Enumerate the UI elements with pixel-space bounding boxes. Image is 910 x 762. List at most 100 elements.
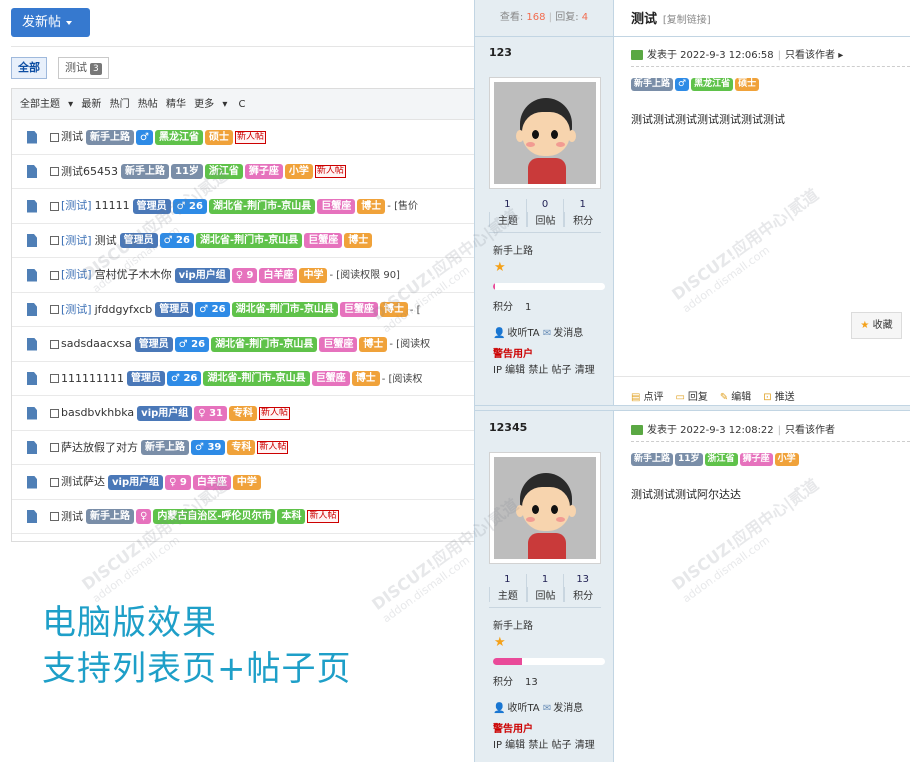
row-checkbox[interactable] xyxy=(50,201,59,211)
message-link[interactable]: 发消息 xyxy=(553,328,583,339)
author-column: 查看: 168 | 回复: 4 123 1 主题 0 回帖 1 积分 新手上路 ★ 积分 1 👤 收听T… xyxy=(474,0,615,762)
only-author-link[interactable]: 只看该作者 xyxy=(785,425,835,436)
row-checkbox[interactable] xyxy=(50,167,59,176)
thread-title[interactable]: 测试 xyxy=(61,510,83,523)
table-row[interactable]: 萨达放假了对方 新手上路 ♂ 39 专科 新人帖 xyxy=(12,431,474,465)
follow-link[interactable]: 收听TA xyxy=(507,703,539,714)
push-button[interactable]: ⊡ 推送 xyxy=(763,392,794,403)
filter-tab-all[interactable]: 全部 xyxy=(11,57,47,79)
filter-hot-threads[interactable]: 热帖 xyxy=(138,99,158,110)
thread-category[interactable]: [测试] xyxy=(61,234,92,247)
avatar[interactable] xyxy=(489,77,601,189)
user-tag: 湖北省-荆门市-京山县 xyxy=(203,371,310,386)
thread-title[interactable]: sadsdaacxsa xyxy=(61,337,132,350)
user-tag: 湖北省-荆门市-京山县 xyxy=(231,302,338,317)
user-tag: 浙江省 xyxy=(704,453,738,466)
table-row[interactable]: 测试 新手上路 ♂ 黑龙江省 硕士 新人帖 xyxy=(12,120,474,155)
table-row[interactable]: 111111111 管理员 ♂ 26 湖北省-荆门市-京山县 巨蟹座 博士 - [阅读权 xyxy=(12,362,474,396)
thread-title[interactable]: 测试 xyxy=(95,234,117,247)
table-row[interactable]: 测试65453 新手上路 11岁 浙江省 狮子座 小学 新人帖 xyxy=(12,155,474,189)
filter-hot[interactable]: 热门 xyxy=(110,99,130,110)
stat-2[interactable]: 1 积分 xyxy=(563,199,601,227)
warn-user-link[interactable]: 警告用户 xyxy=(493,345,533,360)
document-icon xyxy=(27,372,37,385)
table-row[interactable]: 测试萨达 vip用户组 ♀ 9 白羊座 中学 xyxy=(12,465,474,500)
stat-value: 13 xyxy=(576,574,590,585)
user-group[interactable]: 新手上路 xyxy=(493,242,533,257)
user-tag: 博士 xyxy=(351,371,380,386)
filter-latest[interactable]: 最新 xyxy=(81,99,101,110)
follow-link[interactable]: 收听TA xyxy=(507,328,539,339)
row-checkbox[interactable] xyxy=(50,477,59,487)
refresh-icon[interactable]: C xyxy=(239,99,246,110)
thread-title[interactable]: jfddgyfxcb xyxy=(95,303,153,316)
user-tag: 浙江省 xyxy=(204,164,243,179)
stat-1[interactable]: 0 回帖 xyxy=(525,199,564,227)
thread-title[interactable]: 测试65453 xyxy=(61,165,118,178)
row-checkbox[interactable] xyxy=(50,408,59,418)
comment-button[interactable]: ▤ 点评 xyxy=(631,392,663,403)
thread-category[interactable]: [测试] xyxy=(61,199,92,212)
filter-all-topics[interactable]: 全部主题 ▾ xyxy=(20,99,73,110)
filter-digest[interactable]: 精华 xyxy=(166,99,186,110)
table-row[interactable]: 测试 新手上路 ♀ 内蒙古自治区-呼伦贝尔市 本科 新人帖 xyxy=(12,500,474,534)
table-row[interactable]: basdbvkhbka vip用户组 ♀ 31 专科 新人帖 xyxy=(12,396,474,431)
row-checkbox[interactable] xyxy=(50,512,59,521)
only-author-link[interactable]: 只看该作者 xyxy=(785,50,835,61)
table-row[interactable]: [测试] 测试 管理员 ♂ 26 湖北省-荆门市-京山县 巨蟹座 博士 xyxy=(12,224,474,258)
row-checkbox[interactable] xyxy=(50,270,59,280)
row-checkbox[interactable] xyxy=(50,443,59,452)
stat-value: 0 xyxy=(541,199,549,210)
row-checkbox[interactable] xyxy=(50,339,59,349)
thread-title[interactable]: 测试萨达 xyxy=(61,475,105,488)
thread-title[interactable]: 测试 xyxy=(61,130,83,143)
user-tag: 巨蟹座 xyxy=(311,371,350,386)
author-name[interactable]: 123 xyxy=(489,46,512,59)
table-row[interactable]: [测试] 11111 管理员 ♂ 26 湖北省-荆门市-京山县 巨蟹座 博士 - [售价 xyxy=(12,189,474,224)
thread-title[interactable]: 111111111 xyxy=(61,372,124,385)
reply-button[interactable]: ▭ 回复 xyxy=(675,392,707,403)
message-link[interactable]: 发消息 xyxy=(553,703,583,714)
edit-button[interactable]: ✎ 编辑 xyxy=(720,392,751,403)
table-row[interactable]: [测试] jfddgyfxcb 管理员 ♂ 26 湖北省-荆门市-京山县 巨蟹座 博士 - [ xyxy=(12,293,474,327)
user-tag: ♂ xyxy=(136,129,153,145)
user-tag: 专科 xyxy=(229,405,258,421)
row-checkbox[interactable] xyxy=(50,305,59,314)
avatar[interactable] xyxy=(489,452,601,564)
user-tag: vip用户组 xyxy=(137,405,193,421)
thread-title[interactable]: 萨达放假了对方 xyxy=(61,441,138,454)
points-value: 13 xyxy=(525,677,538,688)
thread-title[interactable]: 宫村优子木木你 xyxy=(95,268,172,281)
warn-user-link[interactable]: 警告用户 xyxy=(493,720,533,735)
admin-links[interactable]: IP 编辑 禁止 帖子 清理 xyxy=(493,361,595,376)
level-progress-fill xyxy=(493,283,496,290)
user-group[interactable]: 新手上路 xyxy=(493,617,533,632)
stat-0[interactable]: 1 主题 xyxy=(489,199,526,227)
filter-tab-test[interactable]: 测试 3 xyxy=(58,57,109,79)
row-checkbox[interactable] xyxy=(50,132,59,142)
filter-more[interactable]: 更多 ▾ xyxy=(194,99,227,110)
row-checkbox[interactable] xyxy=(50,236,59,245)
row-checkbox[interactable] xyxy=(50,374,59,383)
stat-value: 1 xyxy=(504,199,511,210)
favorite-button[interactable]: ★ 收藏 xyxy=(851,312,902,339)
stat-0[interactable]: 1 主题 xyxy=(489,574,526,602)
stat-2[interactable]: 13 积分 xyxy=(563,574,601,602)
thread-title[interactable]: basdbvkhbka xyxy=(61,406,134,419)
new-post-button[interactable]: 发新帖 xyxy=(11,8,90,37)
thread-stats: 查看: 168 | 回复: 4 xyxy=(475,0,613,37)
author-name[interactable]: 12345 xyxy=(489,421,527,434)
table-row[interactable]: [测试] 宫村优子木木你 vip用户组 ♀ 9 白羊座 中学 - [阅读权限 90] xyxy=(12,258,474,293)
post-divider xyxy=(614,405,910,411)
thread-title[interactable]: 11111 xyxy=(95,199,130,212)
replies-label: 回复: xyxy=(555,12,579,23)
thread-category[interactable]: [测试] xyxy=(61,303,92,316)
admin-links[interactable]: IP 编辑 禁止 帖子 清理 xyxy=(493,736,595,751)
copy-link[interactable]: [复制链接] xyxy=(663,15,711,26)
table-row[interactable]: sadsdaacxsa 管理员 ♂ 26 湖北省-荆门市-京山县 巨蟹座 博士 - [阅读权 xyxy=(12,327,474,362)
views-count: 168 xyxy=(526,12,546,23)
separator: | xyxy=(777,425,782,436)
stat-1[interactable]: 1 回帖 xyxy=(525,574,564,602)
mail-icon: ✉ xyxy=(542,328,552,339)
thread-category[interactable]: [测试] xyxy=(61,268,92,281)
